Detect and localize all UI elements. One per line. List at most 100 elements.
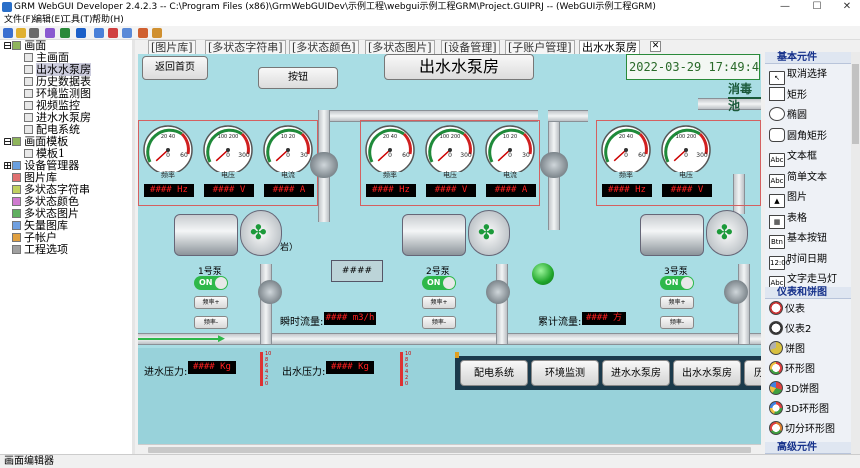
tree-item-project-options[interactable]: 工程选项 bbox=[12, 244, 68, 256]
freq-down-button[interactable]: 频率- bbox=[194, 316, 228, 329]
palette-item-textbox[interactable]: Abc 文本框 bbox=[769, 148, 845, 167]
nav-history-button[interactable]: 历史 bbox=[744, 360, 761, 386]
center-display: #### bbox=[331, 260, 383, 282]
scroll-thumb[interactable] bbox=[148, 447, 751, 453]
palette-item-split-ring[interactable]: 切分环形图 bbox=[769, 421, 845, 439]
palette-item-button[interactable]: Btn 基本按钮 bbox=[769, 230, 845, 249]
basic-components-header[interactable]: 基本元件 bbox=[765, 52, 851, 64]
palette-item-datetime[interactable]: 12:00时间日期 bbox=[769, 251, 845, 270]
nav-environment-button[interactable]: 环境监测 bbox=[531, 360, 599, 386]
palette-item-label: 切分环形图 bbox=[785, 424, 835, 435]
properties-icon[interactable] bbox=[45, 28, 55, 38]
tab-multistate-string[interactable]: [多状态字符串] bbox=[205, 40, 286, 54]
run-icon[interactable] bbox=[76, 28, 86, 38]
dial-gauge bbox=[143, 125, 193, 172]
tab-multistate-color[interactable]: [多状态颜色] bbox=[289, 40, 359, 54]
meters-header[interactable]: 仪表和饼图 bbox=[765, 287, 851, 299]
palette-item-gauge2[interactable]: 仪表2 bbox=[769, 321, 845, 339]
palette-item-rectangle[interactable]: 矩形 bbox=[769, 86, 845, 105]
scroll-thumb[interactable] bbox=[852, 64, 859, 144]
pump-on-toggle[interactable]: ON bbox=[422, 276, 456, 290]
valve-icon bbox=[724, 280, 748, 304]
new-icon[interactable] bbox=[3, 28, 13, 38]
menu-help[interactable]: 帮助(H) bbox=[92, 14, 124, 26]
palette-item-rounded-rect[interactable]: 圆角矩形 bbox=[769, 127, 845, 146]
tree-scrollbar[interactable] bbox=[132, 40, 135, 454]
nav-outlet-pump-button[interactable]: 出水水泵房 bbox=[673, 360, 741, 386]
freq-up-button[interactable]: 频率+ bbox=[422, 296, 456, 309]
nav-power-button[interactable]: 配电系统 bbox=[460, 360, 528, 386]
freq-up-button[interactable]: 频率+ bbox=[194, 296, 228, 309]
gauge2-icon bbox=[769, 321, 783, 335]
palette-item-pie[interactable]: 饼图 bbox=[769, 341, 845, 359]
palette-item-simple-text[interactable]: Abc 简单文本 bbox=[769, 169, 845, 188]
freq-down-button[interactable]: 频率- bbox=[660, 316, 694, 329]
gauge-label: 电压 bbox=[679, 171, 693, 179]
palette-item-gauge[interactable]: 仪表 bbox=[769, 301, 845, 319]
gauge-scale: 10 20 bbox=[502, 134, 518, 140]
menu-tools[interactable]: 工具(T) bbox=[62, 14, 93, 26]
nav-inlet-pump-button[interactable]: 进水水泵房 bbox=[602, 360, 670, 386]
gauge-label: 电流 bbox=[503, 171, 517, 179]
tab-outlet-pump[interactable]: 出水水泵房 bbox=[579, 40, 640, 54]
cut-icon[interactable] bbox=[108, 28, 118, 38]
collapse-icon[interactable]: ⊟ bbox=[3, 39, 12, 52]
tab-close-icon[interactable]: ✕ bbox=[650, 41, 661, 52]
collapse-icon[interactable]: ⊟ bbox=[3, 135, 12, 148]
valve-icon bbox=[486, 280, 510, 304]
dial-gauge bbox=[203, 125, 253, 172]
dial-gauge bbox=[425, 125, 475, 172]
flow-arrow-icon: ▶ bbox=[218, 334, 225, 344]
motor bbox=[402, 214, 466, 256]
palette-item-pointer[interactable]: ↖ 取消选择 bbox=[769, 66, 845, 85]
menu-edit[interactable]: 编辑(E) bbox=[33, 14, 64, 26]
screen-canvas[interactable]: ▶ 返回首页 按钮 出水水泵房 2022-03-29 17:49:45 消毒池 … bbox=[138, 54, 761, 444]
palette-item-picture[interactable]: ▲ 图片 bbox=[769, 189, 845, 208]
gauge-scale: 10 20 bbox=[280, 134, 296, 140]
outlet-pressure-label: 出水压力: bbox=[282, 367, 326, 378]
gauge-scale: 100 200 bbox=[439, 134, 461, 140]
folder-icon bbox=[12, 137, 22, 146]
dial-gauge bbox=[485, 125, 535, 172]
paste-icon[interactable] bbox=[122, 28, 132, 38]
maximize-button[interactable]: ☐ bbox=[806, 0, 828, 14]
settings-icon[interactable] bbox=[60, 28, 70, 38]
page-icon bbox=[24, 101, 33, 110]
tab-subaccount[interactable]: [子账户管理] bbox=[505, 40, 575, 54]
expand-icon[interactable]: ⊞ bbox=[3, 159, 12, 172]
palette-item-label: 饼图 bbox=[785, 344, 805, 355]
pump-on-toggle[interactable]: ON bbox=[194, 276, 228, 290]
advanced-components-header[interactable]: 高级元件 bbox=[765, 442, 851, 454]
pump-on-toggle[interactable]: ON bbox=[660, 276, 694, 290]
palette-item-pie3d[interactable]: 3D饼图 bbox=[769, 381, 845, 399]
palette-item-ring[interactable]: 环形图 bbox=[769, 361, 845, 379]
vector-icon bbox=[12, 221, 21, 230]
minimize-button[interactable]: — bbox=[774, 0, 796, 14]
copy-icon[interactable] bbox=[94, 28, 104, 38]
readout-display: #### A bbox=[486, 184, 536, 197]
palette-item-ring3d[interactable]: 3D环形图 bbox=[769, 401, 845, 419]
undo-icon[interactable] bbox=[138, 28, 148, 38]
save-icon[interactable] bbox=[29, 28, 39, 38]
menu-file[interactable]: 文件(F) bbox=[4, 14, 34, 26]
freq-down-button[interactable]: 频率- bbox=[422, 316, 456, 329]
generic-button[interactable]: 按钮 bbox=[258, 67, 338, 89]
horizontal-scrollbar[interactable] bbox=[138, 444, 761, 454]
palette-item-label: 仪表 bbox=[785, 304, 805, 315]
redo-icon[interactable] bbox=[152, 28, 162, 38]
pie3d-icon bbox=[769, 381, 783, 395]
open-icon[interactable] bbox=[16, 28, 26, 38]
tab-image-lib[interactable]: [图片库] bbox=[148, 40, 196, 54]
close-button[interactable]: ✕ bbox=[836, 0, 858, 14]
palette-item-label: 时间日期 bbox=[787, 253, 827, 265]
palette-item-ellipse[interactable]: 椭圆 bbox=[769, 107, 845, 125]
tab-multistate-image[interactable]: [多状态图片] bbox=[365, 40, 435, 54]
back-home-button[interactable]: 返回首页 bbox=[142, 56, 208, 80]
palette-scrollbar[interactable] bbox=[851, 52, 860, 454]
freq-up-button[interactable]: 频率+ bbox=[660, 296, 694, 309]
picture-icon: ▲ bbox=[769, 194, 785, 208]
gauge-scale: 100 200 bbox=[217, 134, 239, 140]
palette-item-table[interactable]: ▦ 表格 bbox=[769, 210, 845, 229]
tab-device-mgmt[interactable]: [设备管理] bbox=[441, 40, 500, 54]
textbox-icon: Abc bbox=[769, 153, 785, 167]
